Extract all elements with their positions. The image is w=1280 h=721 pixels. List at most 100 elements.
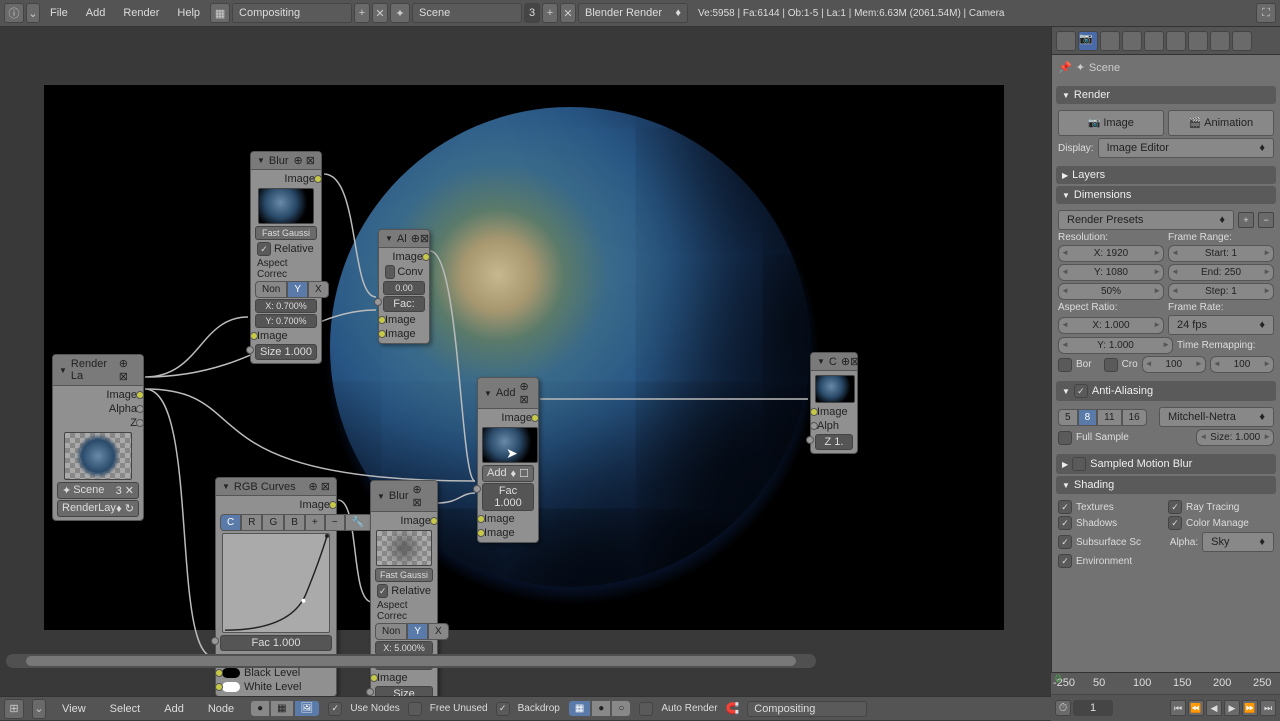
- aa-enable[interactable]: [1074, 384, 1088, 398]
- axis-x[interactable]: X: [428, 623, 449, 640]
- tab-object-icon[interactable]: [1122, 31, 1142, 51]
- curve-fac[interactable]: Fac 1.000: [220, 635, 332, 651]
- menu-add[interactable]: Add: [78, 3, 114, 23]
- tab-render-icon[interactable]: [1056, 31, 1076, 51]
- frame-end[interactable]: End: 250: [1168, 264, 1274, 281]
- use-nodes-check[interactable]: [328, 702, 342, 716]
- ch-c[interactable]: C: [220, 514, 241, 531]
- backdrop-ch-alpha[interactable]: ○: [611, 700, 631, 717]
- mix-fac[interactable]: Fac 1.000: [482, 483, 534, 511]
- alpha-mode[interactable]: Sky♦: [1202, 532, 1274, 552]
- tab-material-icon[interactable]: [1210, 31, 1230, 51]
- border-check[interactable]: [1058, 358, 1072, 372]
- scene-field[interactable]: Scene: [412, 3, 522, 23]
- tree-type-shader[interactable]: ●: [250, 700, 270, 717]
- z-in[interactable]: Z 1.: [815, 434, 853, 450]
- aa-16[interactable]: 16: [1122, 409, 1147, 426]
- textures-check[interactable]: [1058, 500, 1072, 514]
- res-y[interactable]: Y: 1080: [1058, 264, 1164, 281]
- panel-shading-header[interactable]: ▼Shading: [1056, 476, 1276, 494]
- expand-menu-icon[interactable]: ⌄: [32, 699, 46, 719]
- render-image-button[interactable]: 📷 Image: [1058, 110, 1164, 136]
- tab-world-icon[interactable]: [1100, 31, 1120, 51]
- scene-browse-icon[interactable]: ✦: [390, 3, 410, 23]
- node-header[interactable]: ▼RGB Curves⊕ ⊠: [216, 478, 336, 496]
- menu-file[interactable]: File: [42, 3, 76, 23]
- ch-r[interactable]: R: [241, 514, 262, 531]
- tab-texture-icon[interactable]: [1232, 31, 1252, 51]
- axis-non[interactable]: Non: [255, 281, 287, 298]
- scene-select[interactable]: ✦Scene3 ✕: [57, 482, 139, 499]
- backdrop-check[interactable]: [496, 702, 510, 716]
- frame-start[interactable]: Start: 1: [1168, 245, 1274, 262]
- fac[interactable]: Fac:: [383, 296, 425, 312]
- full-sample-check[interactable]: [1058, 431, 1072, 445]
- timeline-ruler[interactable]: -250 0 50 100 150 200 250: [1051, 673, 1280, 695]
- node-editor[interactable]: ▼Render La⊕ ⊠ Image Alpha Z ✦Scene3 ✕ Re…: [0, 27, 1051, 696]
- panel-dimensions-header[interactable]: ▼Dimensions: [1056, 186, 1276, 204]
- aa-11[interactable]: 11: [1097, 409, 1121, 426]
- frame-step[interactable]: Step: 1: [1168, 283, 1274, 300]
- relative-check[interactable]: [257, 242, 271, 256]
- aa-size[interactable]: Size: 1.000: [1196, 429, 1274, 446]
- fullscreen-icon[interactable]: ⛶: [1256, 3, 1276, 23]
- backdrop-ch-rgb[interactable]: ●: [591, 700, 611, 717]
- node-header[interactable]: ▼Blur⊕ ⊠: [371, 481, 437, 512]
- blur-size[interactable]: Size 1.000: [255, 344, 317, 360]
- node-renderlayers[interactable]: ▼Render La⊕ ⊠ Image Alpha Z ✦Scene3 ✕ Re…: [52, 354, 144, 521]
- sss-check[interactable]: [1058, 535, 1072, 549]
- node-blur-1[interactable]: ▼Blur⊕ ⊠ Image Fast Gaussi Relative Aspe…: [250, 151, 322, 364]
- expand-menu-icon[interactable]: ⌄: [26, 3, 40, 23]
- remap-new[interactable]: 100: [1210, 356, 1274, 373]
- zoom-in[interactable]: +: [305, 514, 325, 531]
- blur-y[interactable]: Y: 0.700%: [255, 314, 317, 328]
- menu-view[interactable]: View: [54, 699, 94, 719]
- add-scene-icon[interactable]: +: [542, 3, 558, 23]
- add-screen-icon[interactable]: +: [354, 3, 370, 23]
- tab-constraints-icon[interactable]: [1144, 31, 1164, 51]
- menu-select[interactable]: Select: [102, 699, 149, 719]
- crop-check[interactable]: [1104, 358, 1118, 372]
- display-dropdown[interactable]: Image Editor♦: [1098, 138, 1274, 158]
- relative-check[interactable]: [377, 584, 388, 598]
- aa-5[interactable]: 5: [1058, 409, 1078, 426]
- convert-check[interactable]: [385, 265, 395, 279]
- menu-add[interactable]: Add: [156, 699, 192, 719]
- curve-widget[interactable]: [222, 533, 330, 633]
- aspect-y[interactable]: Y: 1.000: [1058, 337, 1173, 354]
- zoom-out[interactable]: −: [325, 514, 345, 531]
- tree-type-texture[interactable]: ▦: [270, 700, 293, 717]
- tab-modifiers-icon[interactable]: [1166, 31, 1186, 51]
- res-x[interactable]: X: 1920: [1058, 245, 1164, 262]
- panel-layers-header[interactable]: ▶Layers: [1056, 166, 1276, 184]
- tab-scene-icon[interactable]: 📷: [1078, 31, 1098, 51]
- tools[interactable]: 🔧: [345, 514, 371, 531]
- scrollbar-horizontal[interactable]: [6, 654, 816, 668]
- editor-type-icon[interactable]: ⓘ: [4, 3, 24, 23]
- layer-select[interactable]: RenderLay♦ ↻: [57, 500, 139, 517]
- env-check[interactable]: [1058, 554, 1072, 568]
- delete-screen-icon[interactable]: ✕: [372, 3, 388, 23]
- blur-x[interactable]: X: 0.700%: [255, 299, 317, 313]
- blur-type[interactable]: Fast Gaussi: [255, 226, 317, 240]
- aa-filter[interactable]: Mitchell-Netra♦: [1159, 407, 1274, 427]
- editor-type-icon[interactable]: ⊞: [4, 699, 24, 719]
- ch-g[interactable]: G: [262, 514, 284, 531]
- tree-type-compositing[interactable]: 🖼: [294, 700, 321, 717]
- panel-motionblur-header[interactable]: ▶Sampled Motion Blur: [1056, 454, 1276, 474]
- blur-type[interactable]: Fast Gaussi: [375, 568, 433, 582]
- aa-8[interactable]: 8: [1078, 409, 1098, 426]
- shadows-check[interactable]: [1058, 516, 1072, 530]
- node-composite[interactable]: ▼C⊕⊠ Image Alph Z 1.: [810, 352, 858, 454]
- menu-render[interactable]: Render: [115, 3, 167, 23]
- blur-x[interactable]: X: 5.000%: [375, 641, 433, 655]
- pin-icon[interactable]: 📌: [1058, 61, 1072, 74]
- render-animation-button[interactable]: 🎬 Animation: [1168, 110, 1274, 136]
- axis-y[interactable]: Y: [287, 281, 308, 298]
- axis-y[interactable]: Y: [407, 623, 428, 640]
- node-alphaover[interactable]: ▼Al⊕⊠ Image Conv 0.00 Fac: Image Image: [378, 229, 430, 344]
- screen-browse-icon[interactable]: ▦: [210, 3, 230, 23]
- auto-render-check[interactable]: [639, 702, 653, 716]
- node-header[interactable]: ▼Add⊕ ⊠: [478, 378, 538, 409]
- raytracing-check[interactable]: [1168, 500, 1182, 514]
